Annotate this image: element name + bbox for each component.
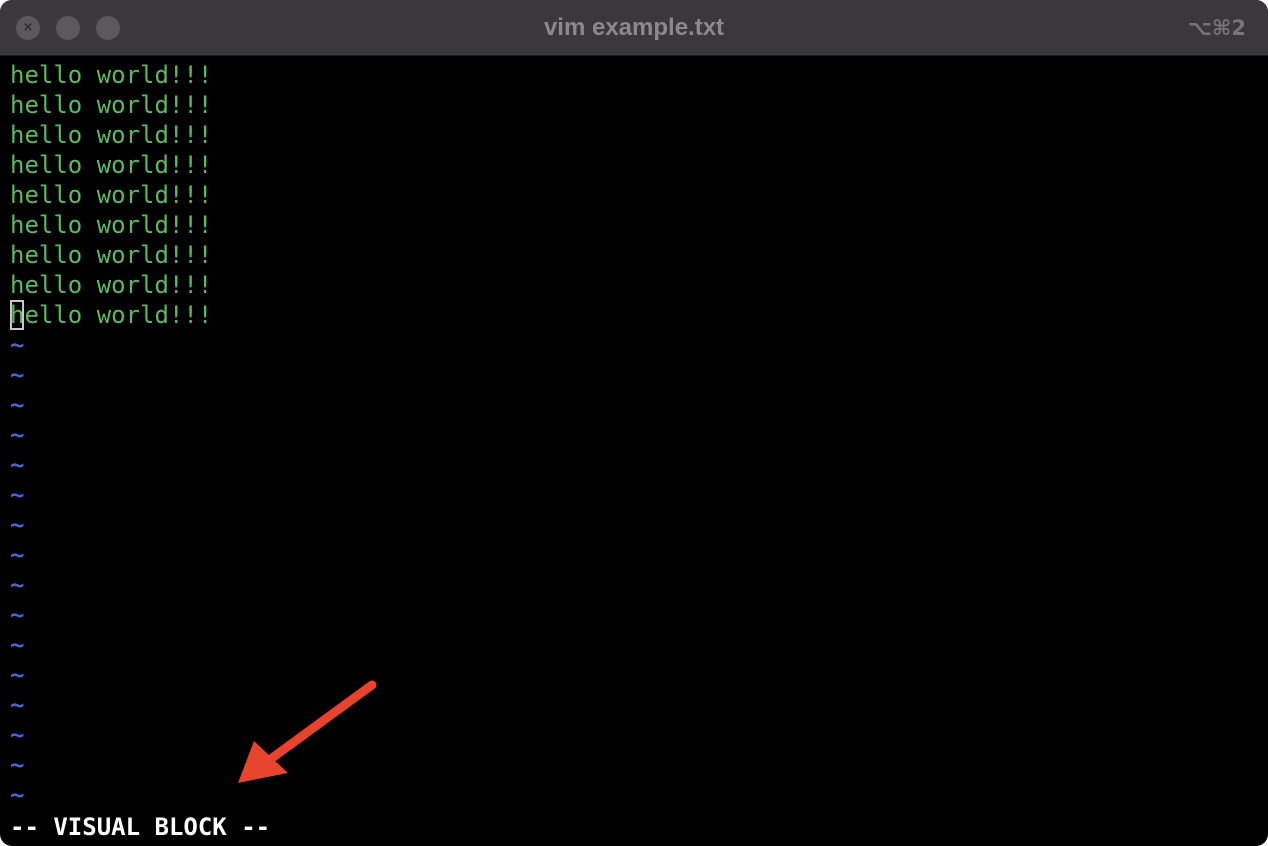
empty-line-marker: ~ [10, 571, 25, 599]
vim-buffer[interactable]: hello world!!! hello world!!! hello worl… [10, 60, 1260, 840]
empty-line-marker: ~ [10, 421, 25, 449]
buffer-line: hello world!!! [10, 61, 213, 89]
buffer-line: hello world!!! [10, 181, 213, 209]
empty-line-marker: ~ [10, 511, 25, 539]
buffer-line: hello world!!! [10, 241, 213, 269]
buffer-line-cursor: hello world!!! [10, 300, 1260, 330]
empty-line-marker: ~ [10, 361, 25, 389]
empty-line-marker: ~ [10, 721, 25, 749]
empty-line-marker: ~ [10, 331, 25, 359]
empty-line-marker: ~ [10, 781, 25, 809]
mode-indicator: -- VISUAL BLOCK -- [10, 813, 271, 841]
title-bar: × vim example.txt ⌥⌘2 [0, 0, 1268, 56]
empty-line-marker: ~ [10, 691, 25, 719]
buffer-line: hello world!!! [10, 151, 213, 179]
empty-line-marker: ~ [10, 661, 25, 689]
empty-line-marker: ~ [10, 541, 25, 569]
empty-line-marker: ~ [10, 751, 25, 779]
red-arrow-icon [238, 680, 377, 783]
buffer-line: hello world!!! [10, 271, 213, 299]
empty-line-marker: ~ [10, 391, 25, 419]
cursor: h [10, 300, 25, 330]
empty-line-marker: ~ [10, 481, 25, 509]
buffer-line: hello world!!! [10, 91, 213, 119]
terminal-window: × vim example.txt ⌥⌘2 hello world!!! hel… [0, 0, 1268, 846]
buffer-line: hello world!!! [10, 211, 213, 239]
empty-line-marker: ~ [10, 451, 25, 479]
empty-line-marker: ~ [10, 631, 25, 659]
tab-shortcut: ⌥⌘2 [1187, 16, 1246, 40]
window-title: vim example.txt [543, 14, 725, 41]
cursor-line-text: ello world!!! [24, 301, 213, 329]
empty-line-marker: ~ [10, 601, 25, 629]
empty-lines: ~ ~ ~ ~ ~ ~ ~ ~ ~ ~ ~ ~ ~ ~ ~ ~ [10, 330, 1260, 810]
buffer-line: hello world!!! [10, 121, 213, 149]
